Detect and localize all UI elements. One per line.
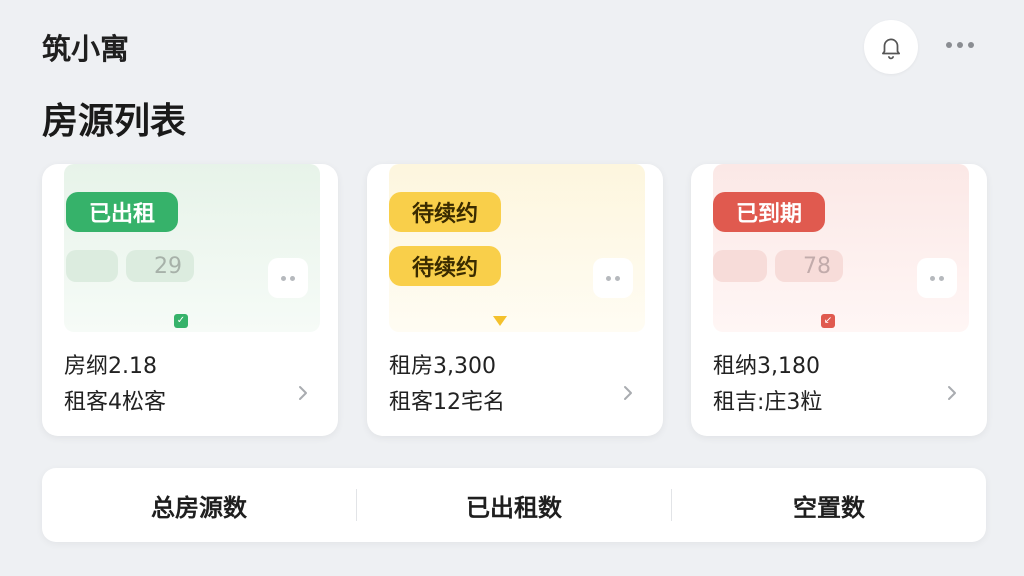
- card-info-line: 租客12宅名: [389, 390, 505, 415]
- stat-vacant-count[interactable]: 空置数: [672, 488, 986, 523]
- stat-rented-count[interactable]: 已出租数: [357, 488, 671, 523]
- card-more-button[interactable]: [917, 258, 957, 298]
- property-card[interactable]: 待续约 待续约 租房3,300 租客12宅名: [367, 164, 663, 436]
- page-title: 房源列表: [42, 101, 187, 142]
- more-button[interactable]: [936, 28, 984, 62]
- property-image: [64, 164, 320, 332]
- status-badge: 已出租: [66, 192, 178, 232]
- card-more-button[interactable]: [593, 258, 633, 298]
- status-badge: 待续约: [389, 246, 501, 286]
- status-badge: 已到期: [713, 192, 825, 232]
- card-info-line: 租房3,300: [389, 354, 496, 379]
- stat-total-properties[interactable]: 总房源数: [42, 488, 356, 523]
- status-badge: 待续约: [389, 192, 501, 232]
- blurred-block: [66, 250, 118, 282]
- pending-icon: [493, 316, 507, 326]
- check-icon: ✓: [174, 314, 188, 328]
- bell-icon: [882, 38, 900, 60]
- chevron-right-icon[interactable]: [294, 384, 312, 402]
- card-info-line: 租纳3,180: [713, 354, 820, 379]
- expired-icon: ↙: [821, 314, 835, 328]
- card-more-button[interactable]: [268, 258, 308, 298]
- property-image: [713, 164, 969, 332]
- card-info-line: 房纲2.18: [64, 354, 157, 379]
- notification-button[interactable]: [864, 20, 918, 74]
- ghost-number: 29: [154, 254, 182, 279]
- ghost-number: 78: [803, 254, 831, 279]
- stats-bar: 总房源数 已出租数 空置数: [42, 468, 986, 542]
- chevron-right-icon[interactable]: [619, 384, 637, 402]
- chevron-right-icon[interactable]: [943, 384, 961, 402]
- blurred-block: [713, 250, 767, 282]
- property-card[interactable]: 已出租 29 ✓ 房纲2.18 租客4松客: [42, 164, 338, 436]
- property-card[interactable]: 已到期 78 ↙ 租纳3,180 租吉:庄3粒: [691, 164, 987, 436]
- more-horizontal-icon: [946, 42, 974, 48]
- card-info-line: 租吉:庄3粒: [713, 390, 823, 415]
- card-info-line: 租客4松客: [64, 390, 166, 415]
- app-title: 筑小寓: [42, 32, 130, 66]
